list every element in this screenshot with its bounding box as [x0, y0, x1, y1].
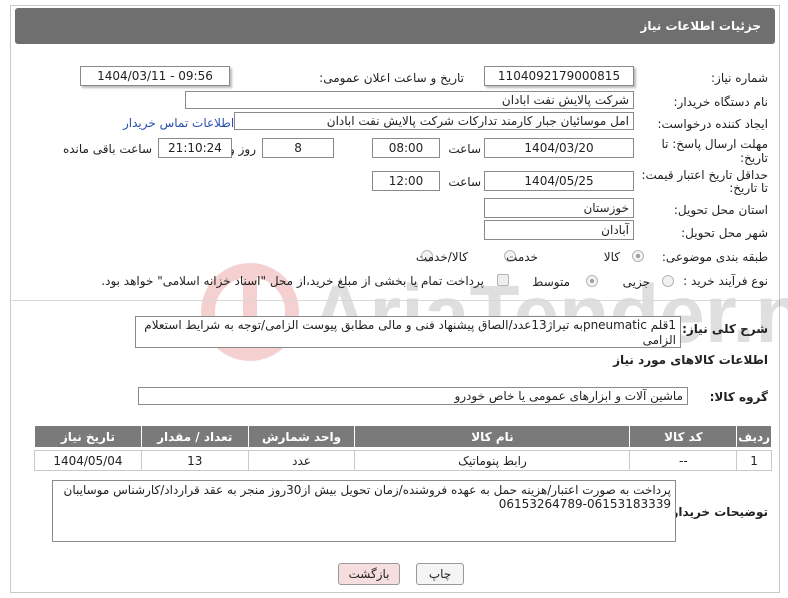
col-code: کد کالا	[629, 425, 738, 448]
print-button[interactable]: چاپ	[416, 563, 464, 585]
back-button[interactable]: بازگشت	[338, 563, 400, 585]
col-name: نام کالا	[354, 425, 631, 448]
goods-table: ردیف کد کالا نام کالا واحد شمارش تعداد /…	[34, 425, 772, 471]
category-option-goods-service: کالا/خدمت	[415, 250, 468, 264]
need-number-field: 1104092179000815	[484, 66, 634, 86]
remaining-label: ساعت باقی مانده	[62, 142, 152, 156]
deadline-label: مهلت ارسال پاسخ: تا	[661, 137, 768, 151]
validity-date-field: 1404/05/25	[484, 171, 634, 191]
cell-name: رابط پنوماتیک	[354, 450, 631, 471]
process-option-minor: جزیی	[622, 275, 650, 289]
days-and-label: روز و	[229, 142, 256, 156]
page-title: جزئیات اطلاعات نیاز	[640, 19, 761, 33]
announce-field: 1404/03/11 - 09:56	[80, 66, 230, 86]
section-divider	[12, 300, 778, 301]
goods-table-header: ردیف کد کالا نام کالا واحد شمارش تعداد /…	[34, 425, 772, 448]
col-date: تاریخ نیاز	[34, 425, 142, 448]
validity-label-2: تا تاریخ:	[729, 181, 768, 195]
category-radio-goods[interactable]	[632, 250, 644, 262]
payment-note: پرداخت تمام یا بخشی از مبلغ خرید،از محل …	[101, 274, 484, 288]
buyer-notes-field: پرداخت به صورت اعتبار/هزینه حمل به عهده …	[52, 480, 676, 542]
process-radio-medium[interactable]	[586, 275, 598, 287]
description-label: شرح کلی نیاز:	[682, 322, 768, 336]
contact-info-link[interactable]: اطلاعات تماس خریدار	[123, 116, 234, 130]
deadline-time-word: ساعت	[448, 142, 481, 156]
cell-row: 1	[736, 450, 772, 471]
buyer-notes-label: توضیحات خریدار:	[666, 505, 768, 519]
creator-field: امل موسائیان جبار کارمند تدارکات شرکت پا…	[234, 112, 634, 130]
cell-qty: 13	[140, 450, 249, 471]
deadline-date-field: 1404/03/20	[484, 138, 634, 158]
cell-unit: عدد	[247, 450, 356, 471]
goods-section-title: اطلاعات کالاهای مورد نیاز	[613, 353, 768, 367]
process-label: نوع فرآیند خرید :	[683, 274, 768, 288]
col-unit: واحد شمارش	[247, 425, 356, 448]
goods-group-field: ماشین آلات و ابزارهای عمومی یا خاص خودرو	[138, 387, 688, 405]
creator-label: ایجاد کننده درخواست:	[657, 117, 768, 131]
deadline-label-2: تاریخ:	[740, 151, 768, 165]
treasury-checkbox[interactable]	[497, 274, 509, 286]
announce-label: تاریخ و ساعت اعلان عمومی:	[319, 71, 464, 85]
cell-date: 1404/05/04	[34, 450, 142, 471]
validity-label: حداقل تاریخ اعتبار قیمت:	[641, 168, 768, 182]
city-label: شهر محل تحویل:	[681, 226, 768, 240]
city-field: آبادان	[484, 220, 634, 240]
category-option-goods: کالا	[603, 250, 620, 264]
deadline-time-field: 08:00	[372, 138, 440, 158]
category-option-service: خدمت	[506, 250, 538, 264]
province-label: استان محل تحویل:	[673, 203, 768, 217]
process-option-medium: متوسط	[532, 275, 570, 289]
page-header: جزئیات اطلاعات نیاز	[15, 8, 775, 44]
days-field: 8	[262, 138, 334, 158]
col-qty: تعداد / مقدار	[140, 425, 249, 448]
province-field: خوزستان	[484, 198, 634, 218]
goods-group-label: گروه کالا:	[709, 390, 768, 404]
need-number-label: شماره نیاز:	[711, 71, 768, 85]
cell-code: --	[629, 450, 738, 471]
description-field: 1قلم pneumaticبه تیراژ13عدد/الصاق پیشنها…	[135, 316, 681, 348]
category-label: طبقه بندی موضوعی:	[661, 250, 768, 264]
validity-time-word: ساعت	[448, 175, 481, 189]
buyer-org-field: شرکت پالایش نفت ابادان	[185, 91, 634, 109]
buyer-org-label: نام دستگاه خریدار:	[673, 95, 769, 109]
col-row: ردیف	[736, 425, 772, 448]
process-radio-minor[interactable]	[662, 275, 674, 287]
validity-time-field: 12:00	[372, 171, 440, 191]
remaining-time-field: 21:10:24	[158, 138, 232, 158]
table-row: 1 -- رابط پنوماتیک عدد 13 1404/05/04	[34, 450, 772, 471]
